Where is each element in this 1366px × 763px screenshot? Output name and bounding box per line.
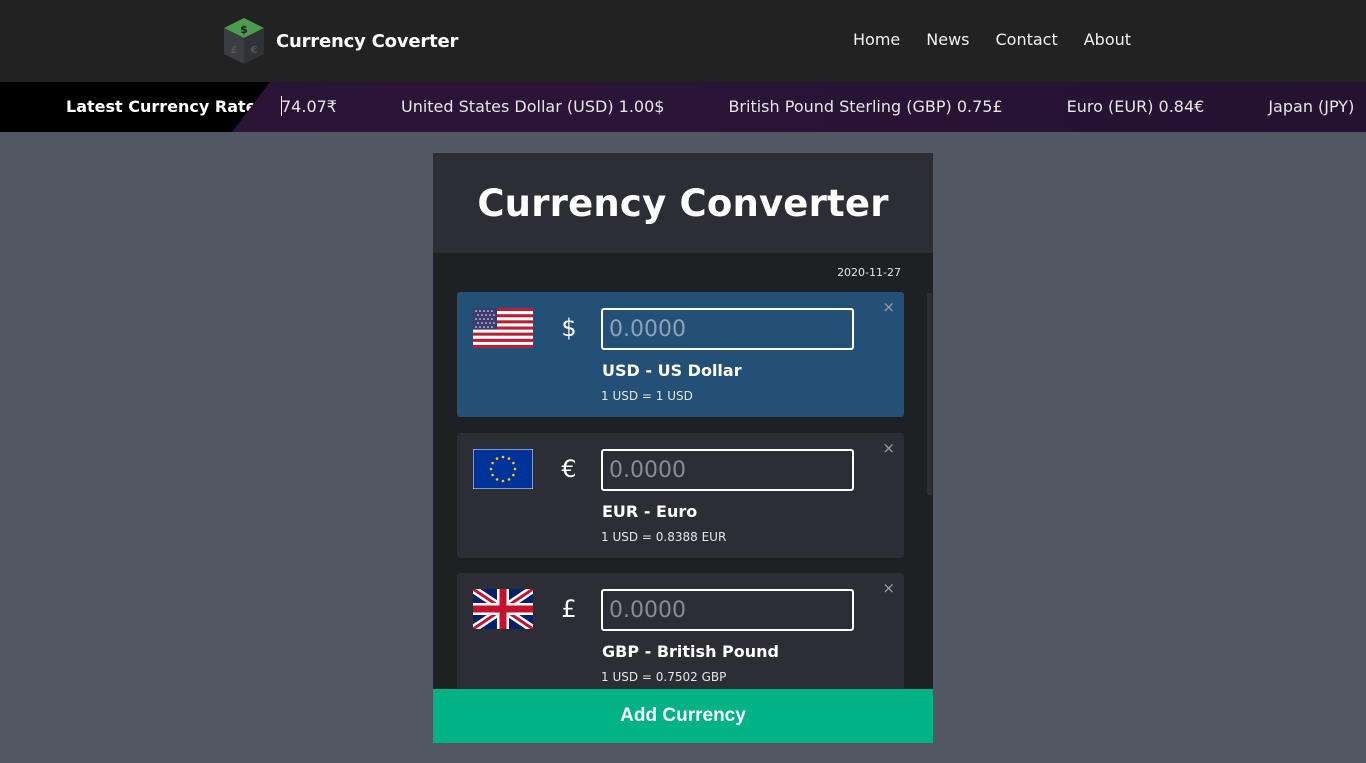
- brand[interactable]: $ £ € Currency Coverter: [222, 16, 458, 66]
- currency-card-eur[interactable]: € × EUR - Euro 1 USD = 0.8388 EUR: [457, 433, 904, 558]
- converter-panel: Currency Converter 2020-11-27 $ 0.0000 ×…: [433, 153, 933, 743]
- currency-symbol: €: [561, 455, 577, 483]
- us-flag-icon: [473, 308, 533, 348]
- remove-currency-button[interactable]: ×: [882, 579, 895, 597]
- text-caret: [281, 96, 282, 116]
- rate-date: 2020-11-27: [837, 266, 901, 279]
- currency-rate: 1 USD = 1 USD: [601, 389, 693, 403]
- eu-flag-icon: [473, 449, 533, 489]
- currency-list[interactable]: 2020-11-27 $ 0.0000 × USD - US Dollar 1 …: [433, 253, 933, 689]
- ticker-title: Latest Currency Rate: [66, 97, 257, 116]
- currency-card-gbp[interactable]: £ × GBP - British Pound 1 USD = 0.7502 G…: [457, 573, 904, 689]
- converter-header: Currency Converter: [433, 153, 933, 253]
- ticker-item: United States Dollar (USD) 1.00$: [400, 97, 665, 116]
- remove-currency-button[interactable]: ×: [882, 298, 895, 316]
- currency-name: GBP - British Pound: [602, 642, 779, 661]
- amount-input-gbp[interactable]: [601, 589, 854, 631]
- brand-name: Currency Coverter: [276, 30, 459, 52]
- amount-input-usd[interactable]: [601, 308, 854, 350]
- remove-currency-button[interactable]: ×: [882, 439, 895, 457]
- currency-cube-icon: $ £ €: [224, 18, 264, 64]
- currency-card-usd[interactable]: $ × USD - US Dollar 1 USD = 1 USD: [457, 292, 904, 417]
- nav-news[interactable]: News: [926, 30, 969, 49]
- currency-rate: 1 USD = 0.7502 GBP: [601, 670, 727, 684]
- nav-contact[interactable]: Contact: [995, 30, 1057, 49]
- currency-symbol: $: [561, 314, 577, 342]
- svg-text:€: €: [250, 45, 258, 56]
- ticker-title-box: Latest Currency Rate: [0, 82, 270, 132]
- top-navbar: $ £ € Currency Coverter Home News Contac…: [0, 0, 1366, 82]
- svg-text:£: £: [231, 45, 238, 56]
- ticker-item: British Pound Sterling (GBP) 0.75£: [728, 97, 1003, 116]
- nav-home[interactable]: Home: [853, 30, 900, 49]
- amount-input-eur[interactable]: [601, 449, 854, 491]
- currency-name: EUR - Euro: [602, 502, 698, 521]
- ticker-item: Japan (JPY): [1268, 97, 1355, 116]
- nav-about[interactable]: About: [1084, 30, 1131, 49]
- rate-ticker: 74.07₹ United States Dollar (USD) 1.00$ …: [0, 82, 1366, 132]
- uk-flag-icon: [473, 589, 533, 629]
- list-scrollbar[interactable]: [927, 293, 932, 495]
- currency-name: USD - US Dollar: [602, 361, 742, 380]
- ticker-item: 74.07₹: [281, 97, 337, 116]
- ticker-items: 74.07₹ United States Dollar (USD) 1.00$ …: [281, 97, 1366, 116]
- svg-text:$: $: [240, 23, 248, 36]
- currency-symbol: £: [561, 595, 577, 623]
- add-currency-button[interactable]: Add Currency: [433, 689, 933, 743]
- ticker-item: Euro (EUR) 0.84€: [1066, 97, 1205, 116]
- converter-title: Currency Converter: [477, 181, 889, 225]
- currency-rate: 1 USD = 0.8388 EUR: [601, 530, 727, 544]
- main-nav: Home News Contact About: [853, 30, 1157, 49]
